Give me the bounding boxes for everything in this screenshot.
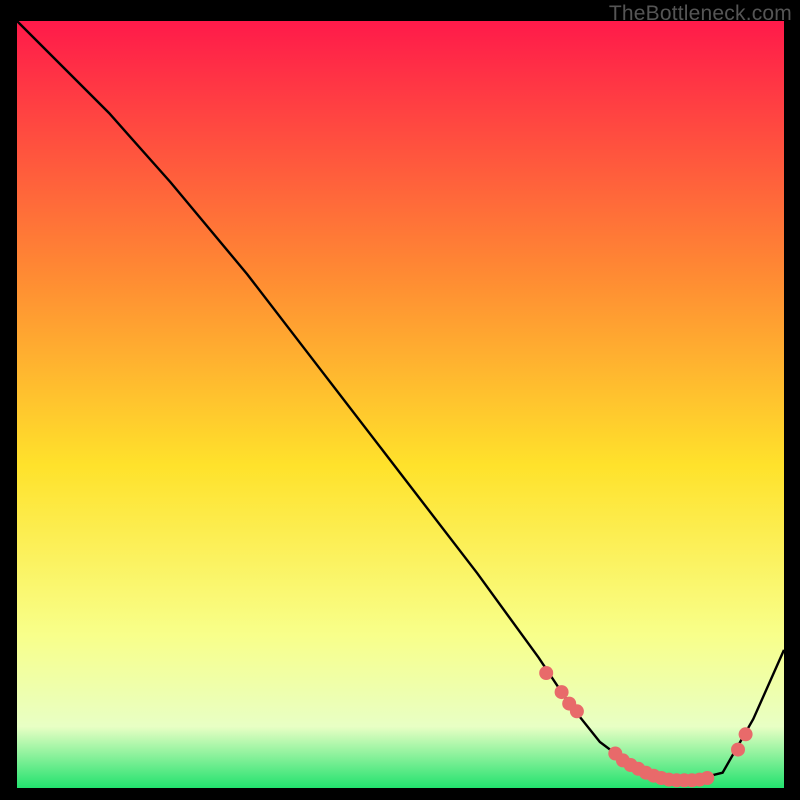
watermark-text: TheBottleneck.com bbox=[609, 2, 792, 26]
plot-svg bbox=[17, 21, 784, 788]
optimal-dot bbox=[570, 704, 584, 718]
gradient-background bbox=[17, 21, 784, 788]
chart-stage: TheBottleneck.com bbox=[0, 0, 800, 800]
optimal-dot bbox=[731, 743, 745, 757]
plot-area bbox=[17, 21, 784, 788]
optimal-dot bbox=[700, 771, 714, 785]
optimal-dot bbox=[739, 727, 753, 741]
optimal-dot bbox=[555, 685, 569, 699]
optimal-dot bbox=[539, 666, 553, 680]
